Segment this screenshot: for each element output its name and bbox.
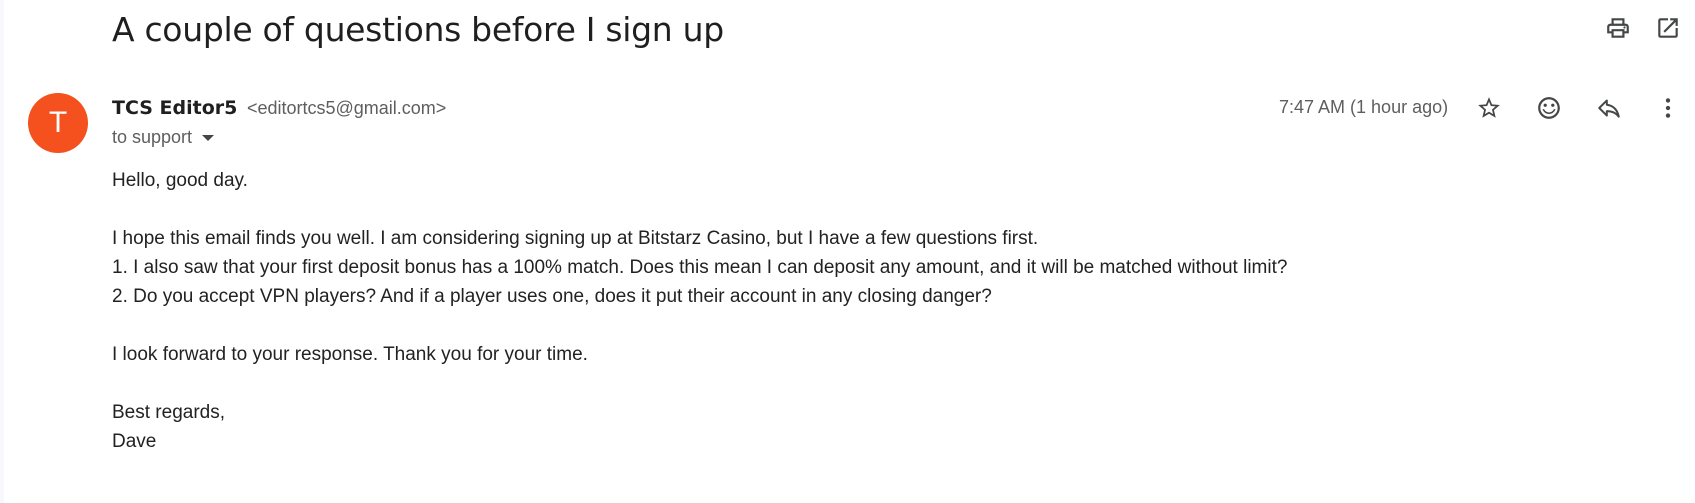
body-signoff: Best regards,	[112, 402, 225, 423]
sender-line: TCS Editor5 <editortcs5@gmail.com>	[112, 96, 446, 120]
add-reaction-button[interactable]	[1532, 93, 1566, 127]
sender-email: <editortcs5@gmail.com>	[246, 98, 447, 118]
body-greeting: Hello, good day.	[112, 170, 248, 191]
star-button[interactable]	[1472, 93, 1506, 127]
recipient-label: to support	[112, 127, 193, 147]
reply-button[interactable]	[1592, 93, 1626, 127]
left-rail	[0, 0, 4, 503]
emoji-reaction-icon	[1536, 95, 1562, 126]
body-closing: I look forward to your response. Thank y…	[112, 344, 588, 365]
message-timestamp: 7:47 AM (1 hour ago)	[1279, 97, 1449, 117]
sender-name[interactable]: TCS Editor5	[112, 97, 237, 119]
body-question-2: 2. Do you accept VPN players? And if a p…	[112, 286, 992, 307]
body-question-1: 1. I also saw that your first deposit bo…	[112, 257, 1288, 278]
sender-avatar[interactable]: T	[28, 93, 88, 153]
more-options-button[interactable]	[1651, 93, 1685, 127]
more-options-icon	[1655, 95, 1681, 126]
open-in-new-window-icon	[1655, 15, 1681, 46]
recipient-details-toggle[interactable]: to support	[112, 127, 215, 148]
email-body: Hello, good day. I hope this email finds…	[112, 166, 1612, 456]
print-icon	[1605, 15, 1631, 46]
print-all-button[interactable]	[1602, 14, 1634, 46]
open-in-new-window-button[interactable]	[1652, 14, 1684, 46]
reply-icon	[1596, 95, 1622, 126]
body-signature: Dave	[112, 431, 157, 452]
body-intro: I hope this email finds you well. I am c…	[112, 228, 1039, 249]
star-icon	[1476, 95, 1502, 126]
email-subject: A couple of questions before I sign up	[112, 10, 724, 49]
avatar-letter: T	[48, 106, 68, 139]
chevron-down-icon	[202, 134, 215, 141]
